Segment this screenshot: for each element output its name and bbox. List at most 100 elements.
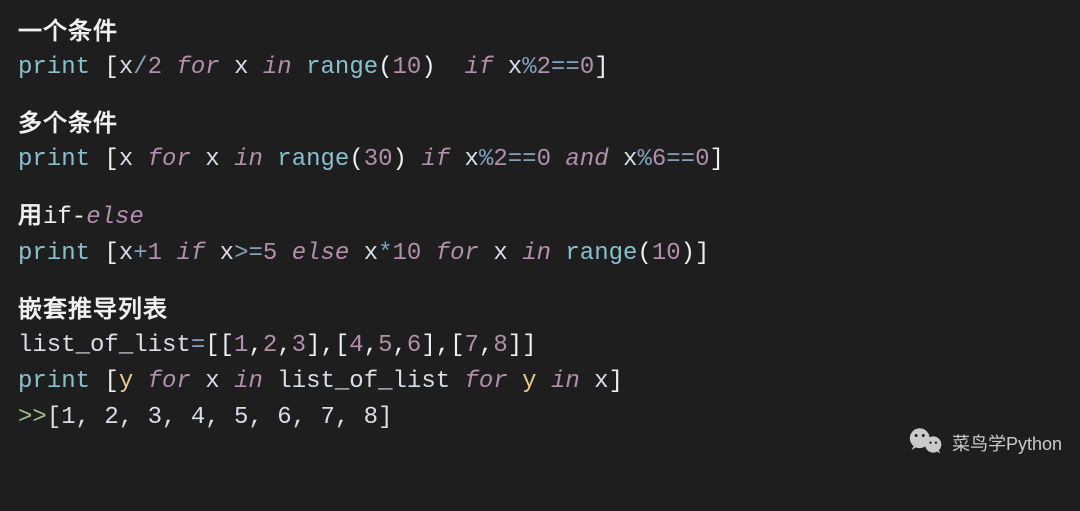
watermark-text: 菜鸟学Python bbox=[952, 431, 1062, 458]
code-token: x bbox=[119, 54, 133, 81]
code-token: range bbox=[277, 146, 349, 173]
code-token: ) bbox=[393, 146, 407, 173]
code-token: ] bbox=[695, 240, 709, 267]
code-token bbox=[436, 54, 465, 81]
code-line: print [x/2 for x in range(10) if x%2==0] bbox=[18, 50, 1062, 86]
code-token: y bbox=[119, 368, 133, 395]
section-heading: 一个条件 bbox=[18, 14, 1062, 50]
code-section: 多个条件print [x for x in range(30) if x%2==… bbox=[18, 106, 1062, 178]
code-token: x bbox=[609, 146, 638, 173]
code-token: , bbox=[277, 332, 291, 359]
section-heading: 多个条件 bbox=[18, 106, 1062, 142]
code-token: ],[ bbox=[306, 332, 349, 359]
code-token: 30 bbox=[364, 146, 393, 173]
code-token bbox=[162, 240, 176, 267]
code-token: x bbox=[580, 368, 609, 395]
code-token: * bbox=[378, 240, 392, 267]
code-token: 7 bbox=[465, 332, 479, 359]
code-token: else bbox=[292, 240, 350, 267]
code-token: y bbox=[508, 368, 551, 395]
code-token bbox=[292, 54, 306, 81]
code-document: 一个条件 print [x/2 for x in range(10) if x%2… bbox=[18, 14, 1062, 436]
code-token: 5 bbox=[378, 332, 392, 359]
code-token: == bbox=[551, 54, 580, 81]
code-token: for bbox=[148, 146, 191, 173]
code-line: print [y for x in list_of_list for y in … bbox=[18, 364, 1062, 400]
code-token: 1 bbox=[234, 332, 248, 359]
code-token: range bbox=[306, 54, 378, 81]
code-token: [ bbox=[104, 146, 118, 173]
code-line: print [x+1 if x>=5 else x*10 for x in ra… bbox=[18, 236, 1062, 272]
code-token: 4 bbox=[349, 332, 363, 359]
code-token: ( bbox=[378, 54, 392, 81]
code-token: 10 bbox=[393, 54, 422, 81]
code-token: print bbox=[18, 368, 104, 395]
code-token: print bbox=[18, 146, 104, 173]
code-token: list_of_list bbox=[18, 332, 191, 359]
section-heading: 用if-else bbox=[18, 198, 1062, 236]
code-token: print bbox=[18, 54, 104, 81]
watermark: 菜鸟学Python bbox=[908, 425, 1062, 463]
code-token: == bbox=[508, 146, 537, 173]
code-token bbox=[421, 240, 435, 267]
code-token: x bbox=[493, 54, 522, 81]
heading-text: 用 bbox=[18, 202, 43, 229]
code-section: 一个条件 print [x/2 for x in range(10) if x%2… bbox=[18, 14, 1062, 86]
code-token: 0 bbox=[537, 146, 551, 173]
heading-text: 多个条件 bbox=[18, 110, 118, 137]
code-token: in bbox=[234, 368, 263, 395]
code-token: [ bbox=[104, 368, 118, 395]
code-token: ( bbox=[349, 146, 363, 173]
code-token: ]] bbox=[508, 332, 537, 359]
code-token bbox=[133, 146, 147, 173]
code-token: ] bbox=[594, 54, 608, 81]
code-token: 2 bbox=[537, 54, 551, 81]
code-token: in bbox=[263, 54, 292, 81]
code-token: for bbox=[465, 368, 508, 395]
code-token: x bbox=[450, 146, 479, 173]
code-token: if bbox=[176, 240, 205, 267]
code-token bbox=[133, 368, 147, 395]
code-token: , bbox=[479, 332, 493, 359]
code-token bbox=[551, 146, 565, 173]
code-token: in bbox=[522, 240, 551, 267]
code-token bbox=[551, 240, 565, 267]
code-token: and bbox=[565, 146, 608, 173]
code-token: [ bbox=[104, 240, 118, 267]
code-token: if bbox=[465, 54, 494, 81]
code-token: for bbox=[176, 54, 219, 81]
code-token bbox=[162, 54, 176, 81]
code-token: 2 bbox=[493, 146, 507, 173]
code-section: 用if-elseprint [x+1 if x>=5 else x*10 for… bbox=[18, 198, 1062, 272]
code-token: % bbox=[479, 146, 493, 173]
code-token: for bbox=[436, 240, 479, 267]
code-line: list_of_list=[[1,2,3],[4,5,6],[7,8]] bbox=[18, 328, 1062, 364]
wechat-icon bbox=[908, 425, 944, 463]
code-token: == bbox=[666, 146, 695, 173]
code-token: [1, 2, 3, 4, 5, 6, 7, 8] bbox=[47, 404, 393, 431]
code-token: x bbox=[205, 240, 234, 267]
code-token: ) bbox=[681, 240, 695, 267]
code-token: print bbox=[18, 240, 104, 267]
code-token: >> bbox=[18, 404, 47, 431]
code-token: list_of_list bbox=[263, 368, 465, 395]
code-token: [[ bbox=[205, 332, 234, 359]
code-line: >>[1, 2, 3, 4, 5, 6, 7, 8] bbox=[18, 400, 1062, 436]
code-token: in bbox=[234, 146, 263, 173]
code-token: , bbox=[364, 332, 378, 359]
heading-text: 一个条件 bbox=[18, 18, 118, 45]
heading-text: 嵌套推导列表 bbox=[18, 296, 168, 323]
code-token: 2 bbox=[148, 54, 162, 81]
code-token: >= bbox=[234, 240, 263, 267]
code-token: x bbox=[191, 368, 234, 395]
code-token bbox=[263, 146, 277, 173]
code-token: x bbox=[191, 146, 234, 173]
code-token: % bbox=[637, 146, 651, 173]
code-token: 2 bbox=[263, 332, 277, 359]
code-section: 嵌套推导列表list_of_list=[[1,2,3],[4,5,6],[7,8… bbox=[18, 292, 1062, 436]
code-token: , bbox=[248, 332, 262, 359]
code-token: if bbox=[421, 146, 450, 173]
code-token: = bbox=[191, 332, 205, 359]
code-token: 1 bbox=[148, 240, 162, 267]
code-token: [ bbox=[104, 54, 118, 81]
